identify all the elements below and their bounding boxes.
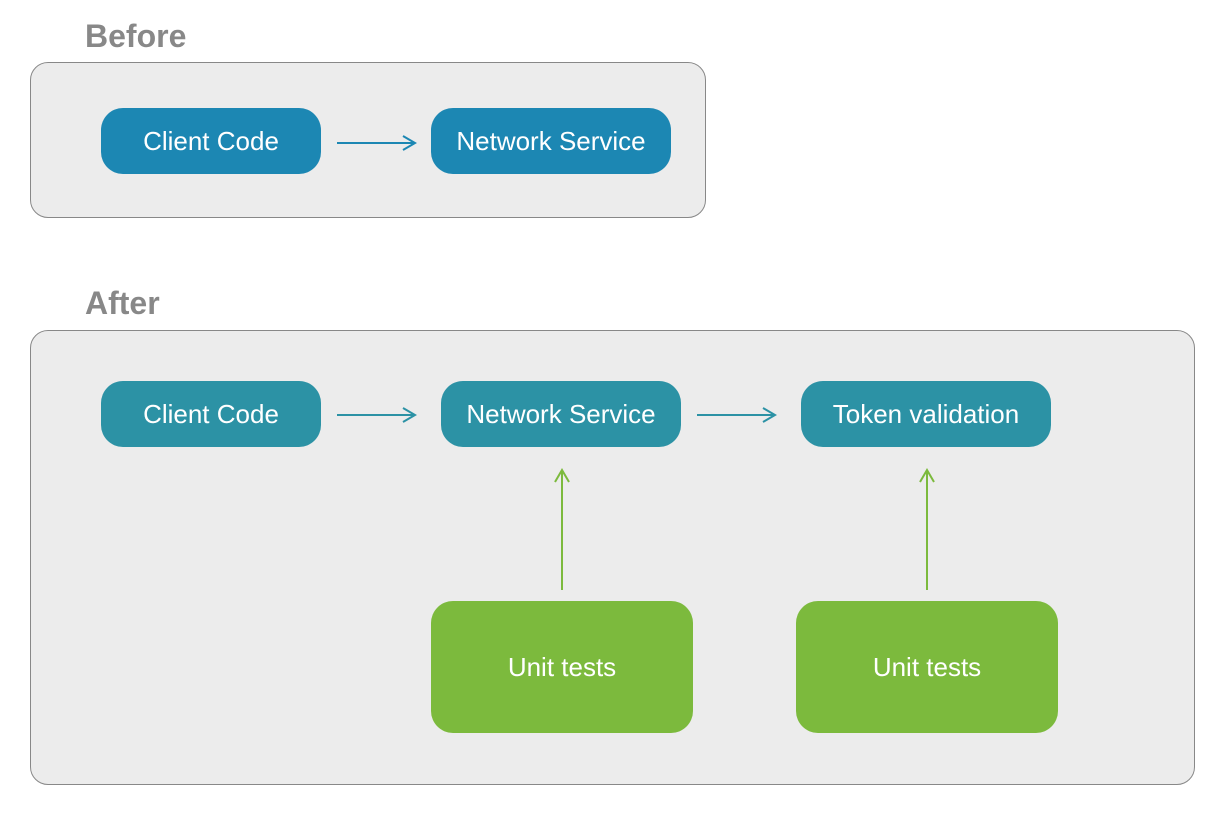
after-unit-tests-1-node: Unit tests: [431, 601, 693, 733]
after-vertical-arrow2-icon: [915, 456, 939, 596]
before-panel: Client Code Network Service: [30, 62, 706, 218]
after-label: After: [85, 285, 160, 322]
after-panel: Client Code Network Service Token valida…: [30, 330, 1195, 785]
after-unit-tests-2-label: Unit tests: [873, 652, 981, 683]
before-label: Before: [85, 18, 186, 55]
after-network-service-node: Network Service: [441, 381, 681, 447]
after-client-code-label: Client Code: [143, 399, 279, 430]
after-network-service-label: Network Service: [466, 399, 655, 430]
after-token-validation-label: Token validation: [833, 399, 1019, 430]
after-client-code-node: Client Code: [101, 381, 321, 447]
after-unit-tests-2-node: Unit tests: [796, 601, 1058, 733]
after-unit-tests-1-label: Unit tests: [508, 652, 616, 683]
before-client-code-label: Client Code: [143, 126, 279, 157]
before-network-service-label: Network Service: [456, 126, 645, 157]
before-arrow-icon: [331, 131, 431, 155]
after-arrow1-icon: [331, 403, 431, 427]
after-vertical-arrow1-icon: [550, 456, 574, 596]
after-arrow2-icon: [691, 403, 791, 427]
after-token-validation-node: Token validation: [801, 381, 1051, 447]
before-network-service-node: Network Service: [431, 108, 671, 174]
before-client-code-node: Client Code: [101, 108, 321, 174]
